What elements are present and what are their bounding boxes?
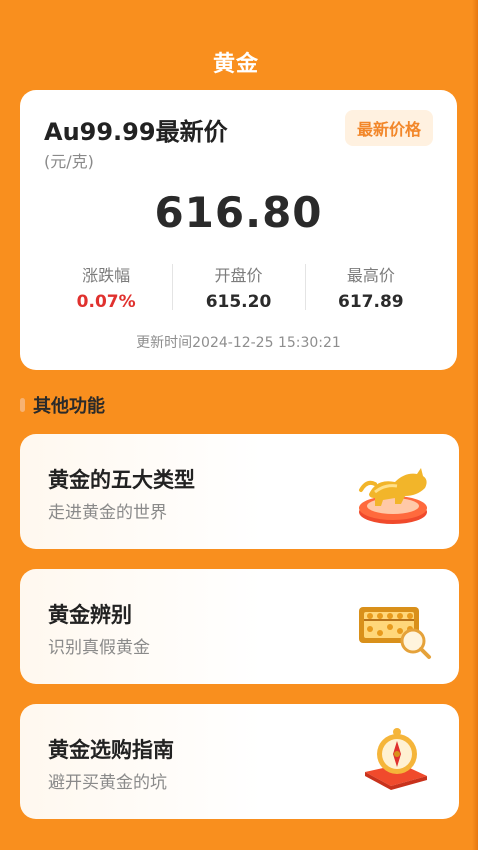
latest-price-badge[interactable]: 最新价格 xyxy=(344,110,433,146)
feature-title: 黄金选购指南 xyxy=(48,738,174,762)
update-time: 更新时间2024-12-25 15:30:21 xyxy=(136,335,341,351)
section-title: 其他功能 xyxy=(20,392,105,418)
stat-open: 开盘价 615.20 xyxy=(172,262,304,312)
stat-open-value: 615.20 xyxy=(205,292,272,312)
compass-book-icon xyxy=(355,724,435,800)
feature-title: 黄金辨别 xyxy=(48,603,132,627)
price-unit: (元/克) xyxy=(44,152,94,171)
right-edge xyxy=(472,0,478,850)
stat-change-label: 涨跌幅 xyxy=(82,266,131,285)
current-price: 616.80 xyxy=(154,188,323,237)
gold-bull-icon xyxy=(355,454,435,530)
price-card: Au99.99最新价 (元/克) 最新价格 616.80 涨跌幅 0.07% 开… xyxy=(20,90,457,370)
stat-high-value: 617.89 xyxy=(338,292,404,312)
stat-high-label: 最高价 xyxy=(346,266,395,285)
feature-card-gold-identify[interactable]: 黄金辨别 识别真假黄金 xyxy=(20,569,459,684)
stat-open-label: 开盘价 xyxy=(214,266,263,285)
feature-card-gold-guide[interactable]: 黄金选购指南 避开买黄金的坑 xyxy=(20,704,459,819)
feature-subtitle: 走进黄金的世界 xyxy=(48,503,167,523)
feature-subtitle: 识别真假黄金 xyxy=(48,638,150,658)
section-title-text: 其他功能 xyxy=(33,396,105,417)
page-title: 黄金 xyxy=(212,52,259,77)
feature-title: 黄金的五大类型 xyxy=(48,468,195,492)
feature-subtitle: 避开买黄金的坑 xyxy=(48,773,167,793)
stat-change: 涨跌幅 0.07% xyxy=(40,262,172,312)
stat-change-value: 0.07% xyxy=(76,292,136,312)
card-title: Au99.99最新价 xyxy=(44,118,228,146)
price-stats: 涨跌幅 0.07% 开盘价 615.20 最高价 617.89 xyxy=(40,262,437,312)
section-marker xyxy=(20,398,25,412)
stat-high: 最高价 617.89 xyxy=(304,262,437,312)
feature-card-gold-types[interactable]: 黄金的五大类型 走进黄金的世界 xyxy=(20,434,459,549)
abacus-magnifier-icon xyxy=(355,589,435,665)
